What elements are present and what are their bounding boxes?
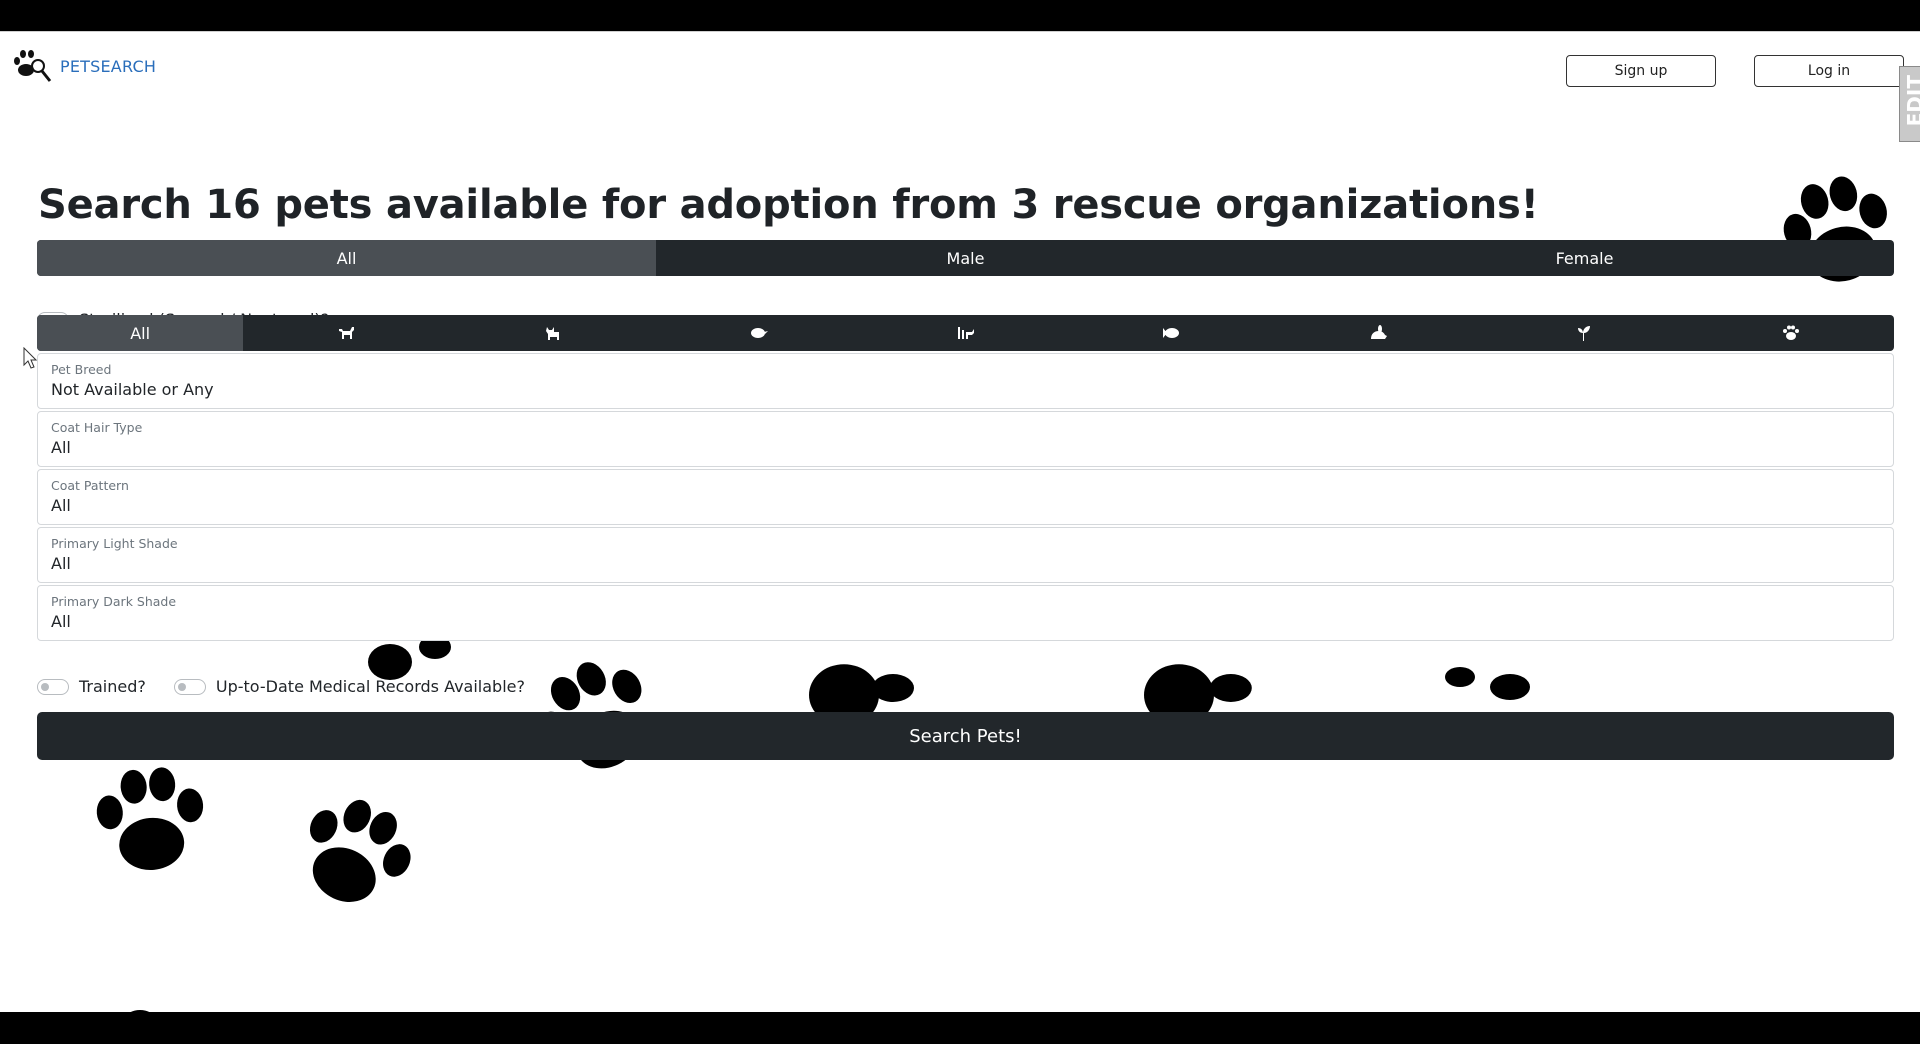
sex-filter: All Male Female — [37, 240, 1894, 276]
side-tab-label: EDIT — [1903, 75, 1920, 127]
field-value: All — [51, 496, 71, 515]
pet-type-filter: All — [37, 315, 1894, 351]
brand[interactable]: PETSEARCH — [12, 48, 156, 84]
field-value: Not Available or Any — [51, 380, 214, 399]
type-option-dog[interactable] — [243, 315, 449, 351]
paw-icon — [1782, 325, 1799, 340]
coat-hair-type-select[interactable]: Coat Hair Type All — [37, 411, 1894, 467]
dog-icon — [339, 327, 355, 339]
paw-print-icon — [1755, 152, 1920, 317]
login-button[interactable]: Log in — [1754, 55, 1904, 87]
signup-button[interactable]: Sign up — [1566, 55, 1716, 87]
field-label: Pet Breed — [51, 362, 112, 377]
extra-toggles-row: Trained? Up-to-Date Medical Records Avai… — [37, 677, 525, 696]
medical-records-toggle[interactable] — [173, 678, 206, 695]
bird-icon — [751, 328, 769, 338]
field-value: All — [51, 554, 71, 573]
page-title: Search 16 pets available for adoption fr… — [38, 182, 1539, 228]
type-option-all[interactable]: All — [37, 315, 244, 351]
field-label: Coat Pattern — [51, 478, 129, 493]
field-label: Primary Dark Shade — [51, 594, 177, 609]
paw-magnifier-icon — [14, 50, 52, 82]
primary-dark-shade-select[interactable]: Primary Dark Shade All — [37, 585, 1894, 641]
primary-light-shade-select[interactable]: Primary Light Shade All — [37, 527, 1894, 583]
type-option-other[interactable] — [1688, 315, 1894, 351]
trained-label: Trained? — [79, 677, 146, 696]
search-pets-button[interactable]: Search Pets! — [37, 712, 1894, 760]
mouse-cursor-icon — [23, 347, 37, 369]
divider — [0, 31, 1920, 32]
type-option-horse[interactable] — [862, 315, 1068, 351]
type-option-fish[interactable] — [1069, 315, 1275, 351]
page: PETSEARCH Sign up Log in EDIT Search 16 … — [0, 32, 1920, 1012]
paw-print-icon — [79, 752, 220, 898]
type-option-bird[interactable] — [656, 315, 862, 351]
field-label: Coat Hair Type — [51, 420, 143, 435]
plant-icon — [1578, 326, 1591, 341]
field-value: All — [51, 612, 71, 631]
fish-icon — [1162, 328, 1179, 338]
pet-breed-select[interactable]: Pet Breed Not Available or Any — [37, 353, 1894, 409]
paw-print-icon — [264, 770, 441, 945]
sex-option-female[interactable]: Female — [1275, 240, 1894, 276]
rabbit-icon — [1371, 325, 1388, 339]
cat-icon — [545, 327, 559, 340]
coat-pattern-select[interactable]: Coat Pattern All — [37, 469, 1894, 525]
field-value: All — [51, 438, 71, 457]
trained-toggle[interactable] — [37, 678, 69, 695]
type-option-rabbit[interactable] — [1275, 315, 1481, 351]
horse-icon — [958, 327, 975, 339]
paw-print-icon — [120, 1004, 160, 1012]
field-label: Primary Light Shade — [51, 536, 178, 551]
paw-print-icon — [1440, 652, 1540, 712]
sex-option-male[interactable]: Male — [656, 240, 1275, 276]
type-option-cat[interactable] — [450, 315, 656, 351]
sex-option-all[interactable]: All — [37, 240, 656, 276]
type-option-plant[interactable] — [1481, 315, 1687, 351]
brand-name: PETSEARCH — [60, 56, 157, 76]
side-tab[interactable]: EDIT — [1899, 66, 1920, 142]
medical-records-label: Up-to-Date Medical Records Available? — [215, 677, 525, 696]
